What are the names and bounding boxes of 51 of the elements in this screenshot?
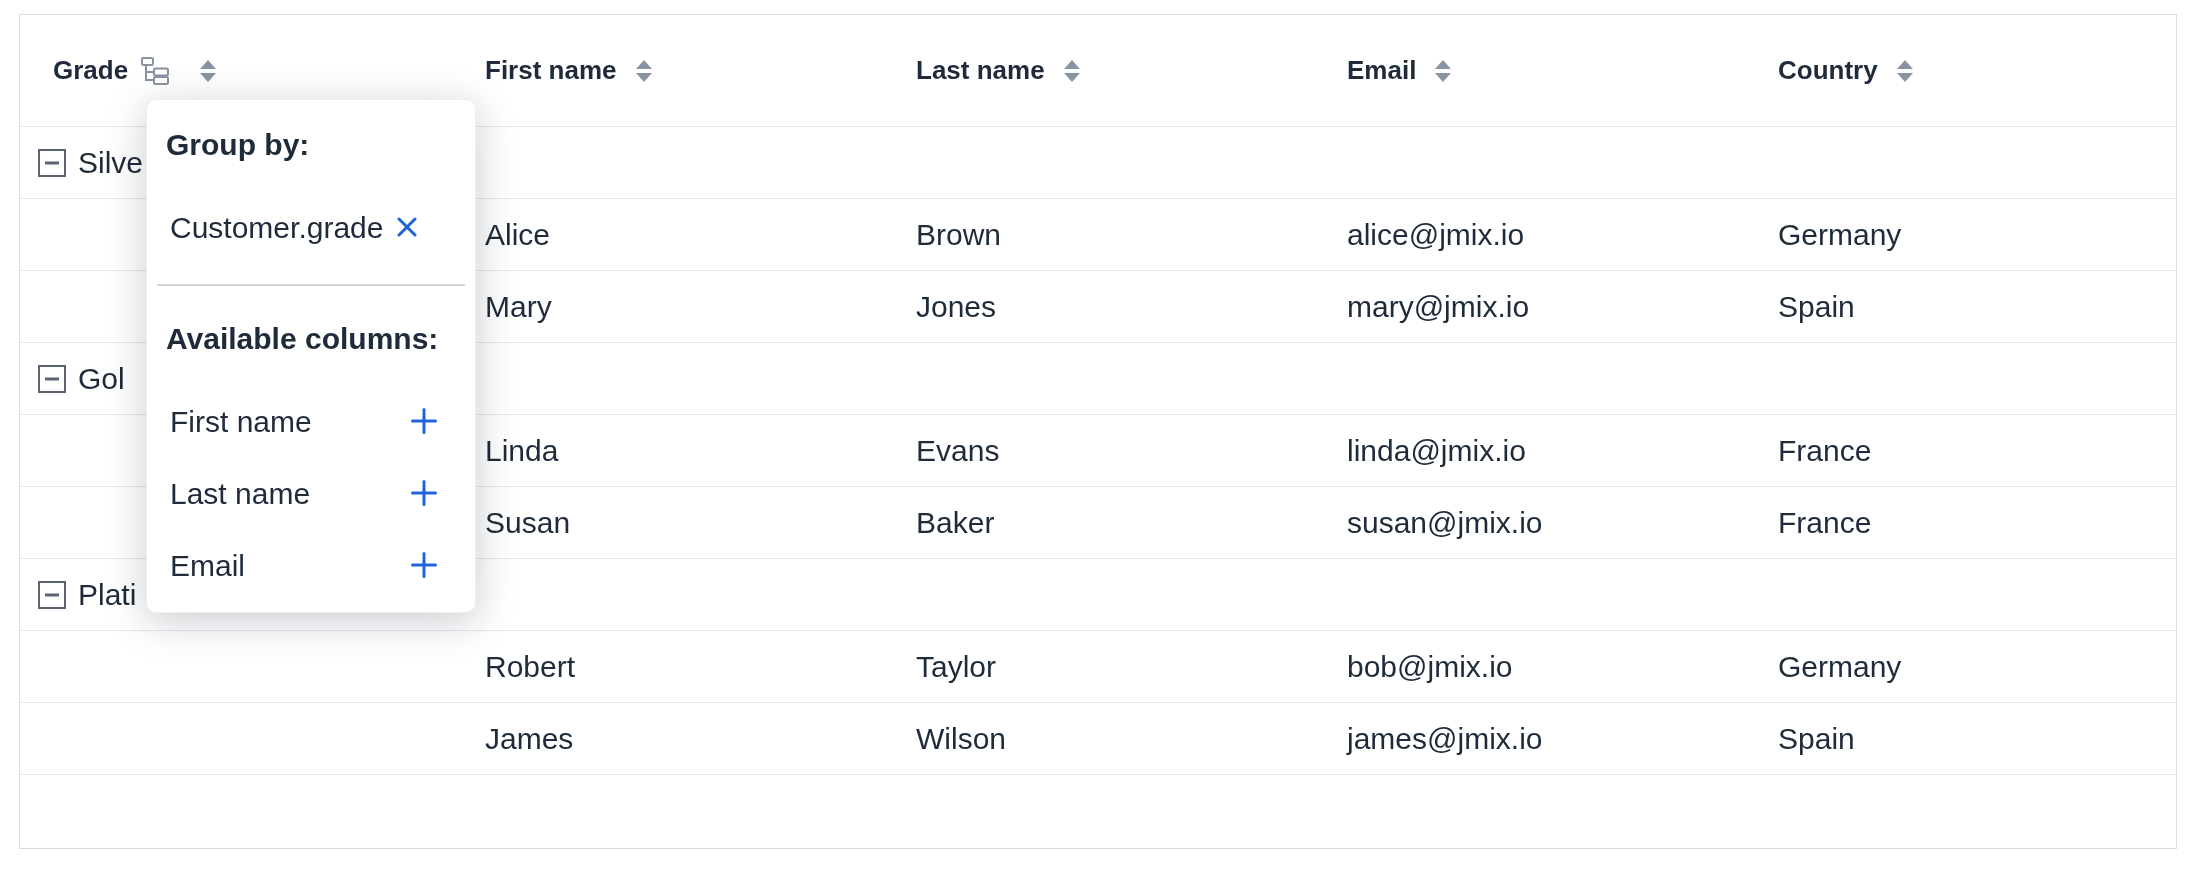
- plus-icon[interactable]: [411, 408, 437, 434]
- table-cell: Germany: [1778, 218, 1902, 251]
- minus-icon[interactable]: [38, 148, 66, 177]
- popup-heading: Available columns:: [166, 320, 439, 357]
- minus-icon[interactable]: [38, 364, 66, 393]
- table-cell: Robert: [485, 650, 576, 683]
- sort-icon[interactable]: [200, 59, 217, 82]
- table-cell: James: [485, 722, 574, 755]
- table-cell: France: [1778, 506, 1872, 539]
- column-option-label[interactable]: Last name: [170, 470, 311, 516]
- table-cell: France: [1778, 434, 1872, 467]
- group-label: Silve: [78, 145, 144, 181]
- column-header[interactable]: Last name: [916, 51, 1045, 90]
- table-cell: Taylor: [916, 650, 997, 683]
- table-cell: Brown: [916, 218, 1002, 251]
- plus-icon[interactable]: [411, 552, 437, 578]
- group-label: Gol: [78, 361, 125, 397]
- table-cell: mary@jmix.io: [1347, 290, 1530, 323]
- table-cell: Spain: [1778, 290, 1855, 323]
- table-cell: Linda: [485, 434, 559, 467]
- column-option-label[interactable]: First name: [170, 398, 312, 444]
- popup-heading: Group by:: [166, 126, 310, 163]
- hierarchy-icon[interactable]: [141, 56, 170, 85]
- table-cell: Wilson: [916, 722, 1006, 755]
- column-option-label[interactable]: Email: [170, 542, 245, 588]
- table-cell: Evans: [916, 434, 1000, 467]
- column-header[interactable]: Country: [1778, 51, 1878, 90]
- group-label: Plati: [78, 577, 137, 613]
- column-header[interactable]: Email: [1347, 51, 1417, 90]
- table-cell: Mary: [485, 290, 552, 323]
- grouped-column-label: Customer.grade: [170, 209, 384, 246]
- minus-icon[interactable]: [38, 580, 66, 609]
- table-cell: Spain: [1778, 722, 1855, 755]
- plus-icon[interactable]: [411, 480, 437, 506]
- table-cell: Susan: [485, 506, 571, 539]
- table-cell: james@jmix.io: [1347, 722, 1543, 755]
- table-cell: Alice: [485, 218, 551, 251]
- table-cell: linda@jmix.io: [1347, 434, 1526, 467]
- sort-icon[interactable]: [1435, 59, 1452, 82]
- sort-icon[interactable]: [1896, 59, 1913, 82]
- table-cell: Germany: [1778, 650, 1902, 683]
- sort-icon[interactable]: [1063, 59, 1080, 82]
- column-header[interactable]: Grade: [53, 51, 129, 90]
- table-cell: bob@jmix.io: [1347, 650, 1513, 683]
- table-cell: alice@jmix.io: [1347, 218, 1525, 251]
- table-cell: Baker: [916, 506, 995, 539]
- sort-icon[interactable]: [635, 59, 652, 82]
- table-cell: susan@jmix.io: [1347, 506, 1543, 539]
- column-header[interactable]: First name: [485, 51, 617, 90]
- close-icon[interactable]: [397, 217, 418, 237]
- table-cell: Jones: [916, 290, 997, 323]
